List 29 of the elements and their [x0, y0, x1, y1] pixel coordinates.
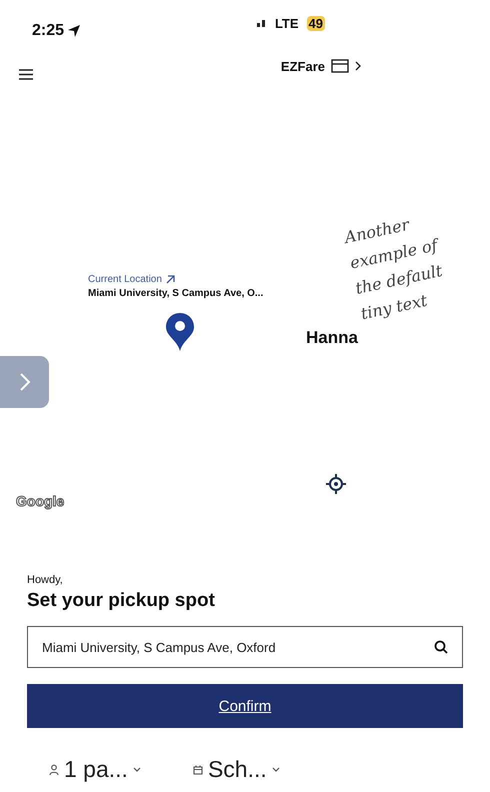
search-field[interactable]: Miami University, S Campus Ave, Oxford [27, 626, 463, 668]
map-place-label: Hanna [306, 328, 358, 348]
calendar-icon [192, 764, 203, 774]
confirm-button[interactable]: Confirm [27, 684, 463, 728]
location-address: Miami University, S Campus Ave, O... [88, 288, 264, 299]
current-location-label[interactable]: Current Location [88, 274, 162, 285]
option-dropdown[interactable]: Sch... [208, 756, 267, 783]
sheet-title: Set your pickup spot [27, 590, 216, 612]
option-dropdown[interactable]: 1 pa... [64, 756, 128, 783]
chevron-right-icon [18, 372, 30, 392]
handwritten-note: Another example of the default tiny text [342, 214, 446, 326]
chevron-right-icon[interactable] [355, 61, 362, 71]
map-pin-icon [165, 312, 195, 352]
recenter-icon[interactable] [326, 474, 346, 494]
chevron-down-icon[interactable] [272, 766, 280, 772]
signal-icon [256, 19, 267, 27]
battery-level: 49 [306, 16, 325, 30]
person-icon [49, 764, 59, 776]
greeting-text: Howdy, [27, 574, 64, 586]
ezfare-link[interactable]: EZFare [280, 58, 325, 74]
arrow-up-right-icon [166, 275, 175, 284]
menu-icon[interactable] [19, 68, 33, 80]
card-icon[interactable] [331, 59, 349, 73]
location-arrow-icon [67, 24, 82, 38]
chevron-down-icon[interactable] [132, 766, 141, 772]
search-icon [434, 640, 448, 654]
status-time: 2:25 [32, 22, 64, 40]
network-label: LTE [274, 16, 299, 30]
map-attribution: Google [16, 493, 64, 509]
